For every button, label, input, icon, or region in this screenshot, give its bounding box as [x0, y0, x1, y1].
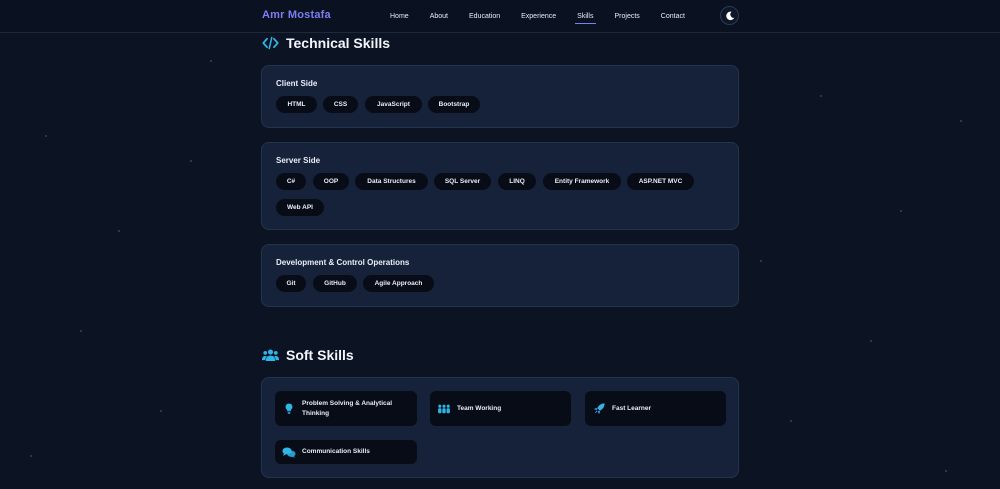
skill-chip[interactable]: LINQ — [498, 173, 536, 190]
skill-group-title: Server Side — [276, 156, 321, 165]
skill-chip[interactable]: ASP.NET MVC — [627, 173, 694, 190]
soft-skill-item: Team Working — [430, 391, 571, 426]
skill-chip[interactable]: JavaScript — [365, 96, 422, 113]
skill-group-title: Development & Control Operations — [276, 258, 410, 267]
skill-group-title: Client Side — [276, 79, 318, 88]
nav-link-about[interactable]: About — [430, 0, 448, 33]
theme-toggle-button[interactable] — [720, 6, 739, 25]
nav-link-contact[interactable]: Contact — [661, 0, 685, 33]
skill-chip[interactable]: OOP — [313, 173, 349, 190]
lightbulb-icon — [282, 403, 296, 414]
moon-icon — [725, 11, 734, 20]
nav-link-projects[interactable]: Projects — [615, 0, 640, 33]
soft-skill-item: Problem Solving & Analytical Thinking — [275, 391, 417, 426]
soft-skill-label: Team Working — [457, 404, 502, 412]
brand-logo[interactable]: Amr Mostafa — [262, 9, 331, 21]
nav-link-skills[interactable]: Skills — [575, 0, 596, 33]
soft-skills-heading: Soft Skills — [262, 347, 354, 363]
skill-group-server-side: Server Side C# OOP Data Structures SQL S… — [261, 142, 739, 230]
skill-chip[interactable]: Data Structures — [355, 173, 428, 190]
skill-chip[interactable]: Entity Framework — [543, 173, 621, 190]
soft-skill-label: Fast Learner — [612, 404, 652, 412]
skill-chip[interactable]: CSS — [323, 96, 358, 113]
soft-skill-item: Communication Skills — [275, 440, 417, 464]
nav-links: Home About Education Experience Skills P… — [390, 0, 706, 33]
skill-chip[interactable]: SQL Server — [434, 173, 491, 190]
soft-skill-label: Problem Solving & Analytical Thinking — [302, 399, 393, 417]
comments-icon — [282, 447, 296, 458]
users-icon — [262, 348, 279, 362]
nav-link-experience[interactable]: Experience — [521, 0, 556, 33]
skill-chip[interactable]: Git — [276, 275, 306, 292]
soft-skill-item: Fast Learner — [585, 391, 726, 426]
nav-link-education[interactable]: Education — [469, 0, 500, 33]
skill-chip[interactable]: C# — [276, 173, 306, 190]
people-icon — [437, 404, 451, 414]
soft-skills-card: Problem Solving & Analytical Thinking Te… — [261, 377, 739, 478]
rocket-icon — [592, 403, 606, 414]
skill-chip[interactable]: HTML — [276, 96, 317, 113]
top-navbar: Amr Mostafa Home About Education Experie… — [0, 0, 1000, 33]
code-icon — [262, 36, 279, 50]
skill-chip[interactable]: Web API — [276, 199, 324, 216]
section-title: Technical Skills — [286, 35, 391, 51]
skill-group-devops: Development & Control Operations Git Git… — [261, 244, 739, 307]
nav-link-home[interactable]: Home — [390, 0, 409, 33]
section-title: Soft Skills — [286, 347, 354, 363]
skill-chip[interactable]: GitHub — [313, 275, 357, 292]
skill-chip[interactable]: Bootstrap — [428, 96, 480, 113]
skill-group-client-side: Client Side HTML CSS JavaScript Bootstra… — [261, 65, 739, 128]
soft-skill-label: Communication Skills — [302, 448, 370, 455]
technical-skills-heading: Technical Skills — [262, 35, 390, 51]
skill-chip[interactable]: Agile Approach — [363, 275, 434, 292]
